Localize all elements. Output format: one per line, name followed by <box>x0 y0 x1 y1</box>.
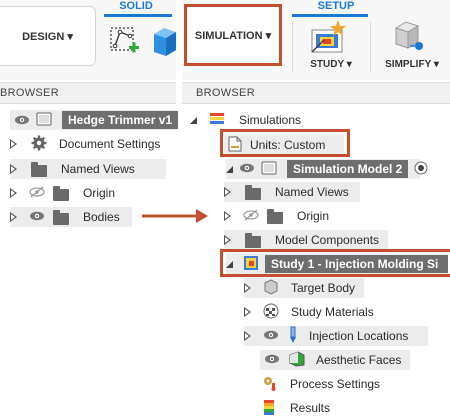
study-tree-item[interactable]: Results <box>262 398 330 418</box>
gear-icon <box>31 135 47 154</box>
injection-icon <box>287 326 299 347</box>
model-tree-item[interactable]: Model Components <box>224 230 388 250</box>
collapse-arrow-icon[interactable] <box>190 116 197 124</box>
folder-icon <box>245 232 261 248</box>
tree-item-label: Named Views <box>61 162 135 176</box>
expand-arrow-icon[interactable] <box>244 283 251 293</box>
units-highlight <box>220 129 350 157</box>
folder-icon <box>267 208 283 224</box>
study-highlight <box>220 249 450 277</box>
tab-solid-underline <box>104 14 172 17</box>
left-browser-label: BROWSER <box>0 87 59 99</box>
eye-hidden-icon[interactable] <box>243 209 259 224</box>
active-radio-icon[interactable] <box>414 161 428 178</box>
study-tree-item[interactable]: Aesthetic Faces <box>260 350 410 370</box>
expand-arrow-icon[interactable] <box>10 188 17 198</box>
left-tree-item[interactable]: Bodies <box>10 207 132 227</box>
tree-item-label: Target Body <box>291 281 356 295</box>
transition-arrow <box>140 206 210 226</box>
results-icon <box>262 399 278 418</box>
tree-item-label: Origin <box>297 209 330 223</box>
design-workspace-label: DESIGN ▾ <box>22 30 73 43</box>
study-tree-item[interactable]: Injection Locations <box>244 326 428 346</box>
collapse-arrow-icon[interactable] <box>226 165 233 173</box>
simulation-model-label: Simulation Model 2 <box>287 160 409 178</box>
simplify-icon[interactable] <box>392 20 426 54</box>
simulations-icon <box>209 112 225 129</box>
left-browser-header: BROWSER <box>0 82 176 104</box>
right-browser-label: BROWSER <box>196 87 255 99</box>
left-root-label: Hedge Trimmer v1 <box>62 111 179 129</box>
expand-arrow-icon[interactable] <box>10 164 17 174</box>
new-study-icon[interactable] <box>310 20 348 54</box>
aesthetic-faces-icon <box>288 350 306 370</box>
simulation-model[interactable]: Simulation Model 2 <box>226 159 428 179</box>
folder-icon <box>31 161 47 177</box>
folder-icon <box>53 209 69 225</box>
eye-icon[interactable] <box>239 162 255 176</box>
left-tree-item[interactable]: Document Settings <box>10 134 160 154</box>
toolbar-divider <box>370 22 371 72</box>
expand-arrow-icon[interactable] <box>224 211 231 221</box>
model-tree-item[interactable]: Named Views <box>224 182 360 202</box>
eye-hidden-icon[interactable] <box>29 186 45 201</box>
tree-item-label: Study Materials <box>291 305 374 319</box>
model-icon <box>261 161 279 178</box>
study-tree-item[interactable]: Process Settings <box>262 374 380 394</box>
expand-arrow-icon[interactable] <box>244 307 251 317</box>
tree-item-label: Results <box>290 401 331 415</box>
simulation-workspace-label: SIMULATION ▾ <box>194 29 272 42</box>
left-tree-item[interactable]: Origin <box>10 183 115 203</box>
expand-arrow-icon[interactable] <box>244 331 251 341</box>
materials-icon <box>263 303 279 322</box>
body-icon <box>263 278 279 298</box>
study-button-label[interactable]: STUDY ▾ <box>306 59 356 70</box>
folder-icon <box>245 184 261 200</box>
expand-arrow-icon[interactable] <box>10 139 17 149</box>
model-tree-item[interactable]: Origin <box>224 206 329 226</box>
simulations-label: Simulations <box>239 113 302 127</box>
tree-item-label: Document Settings <box>59 137 161 151</box>
eye-icon[interactable] <box>264 353 280 367</box>
simplify-button-label[interactable]: SIMPLIFY ▾ <box>378 59 446 70</box>
right-browser-header: BROWSER <box>182 82 450 104</box>
tree-item-label: Injection Locations <box>309 329 409 343</box>
simulations-root[interactable]: Simulations <box>190 110 301 130</box>
tree-item-label: Bodies <box>83 210 120 224</box>
extrude-box-icon[interactable] <box>150 24 176 58</box>
design-workspace-button[interactable]: DESIGN ▾ <box>0 6 96 66</box>
tab-solid[interactable]: SOLID <box>104 0 168 14</box>
eye-icon[interactable] <box>14 115 30 125</box>
tree-item-label: Model Components <box>275 233 380 247</box>
expand-arrow-icon[interactable] <box>10 212 17 222</box>
component-icon <box>36 112 54 129</box>
eye-icon[interactable] <box>263 329 279 343</box>
folder-icon <box>53 185 69 201</box>
process-settings-icon <box>262 375 278 394</box>
left-tree-root[interactable]: Hedge Trimmer v1 <box>10 110 179 130</box>
tab-setup-underline <box>292 14 368 17</box>
simulation-workspace-button[interactable]: SIMULATION ▾ <box>184 4 282 66</box>
tree-item-label: Origin <box>83 186 116 200</box>
create-sketch-icon[interactable] <box>108 22 144 58</box>
tree-item-label: Process Settings <box>290 377 381 391</box>
tree-item-label: Aesthetic Faces <box>316 353 402 367</box>
study-tree-item[interactable]: Study Materials <box>244 302 374 322</box>
expand-arrow-icon[interactable] <box>224 235 231 245</box>
toolbar-divider <box>292 22 293 72</box>
eye-icon[interactable] <box>29 210 45 224</box>
tab-setup[interactable]: SETUP <box>306 0 366 12</box>
expand-arrow-icon[interactable] <box>224 187 231 197</box>
study-tree-item[interactable]: Target Body <box>244 278 364 298</box>
left-tree-item[interactable]: Named Views <box>10 159 166 179</box>
tree-item-label: Named Views <box>275 185 349 199</box>
